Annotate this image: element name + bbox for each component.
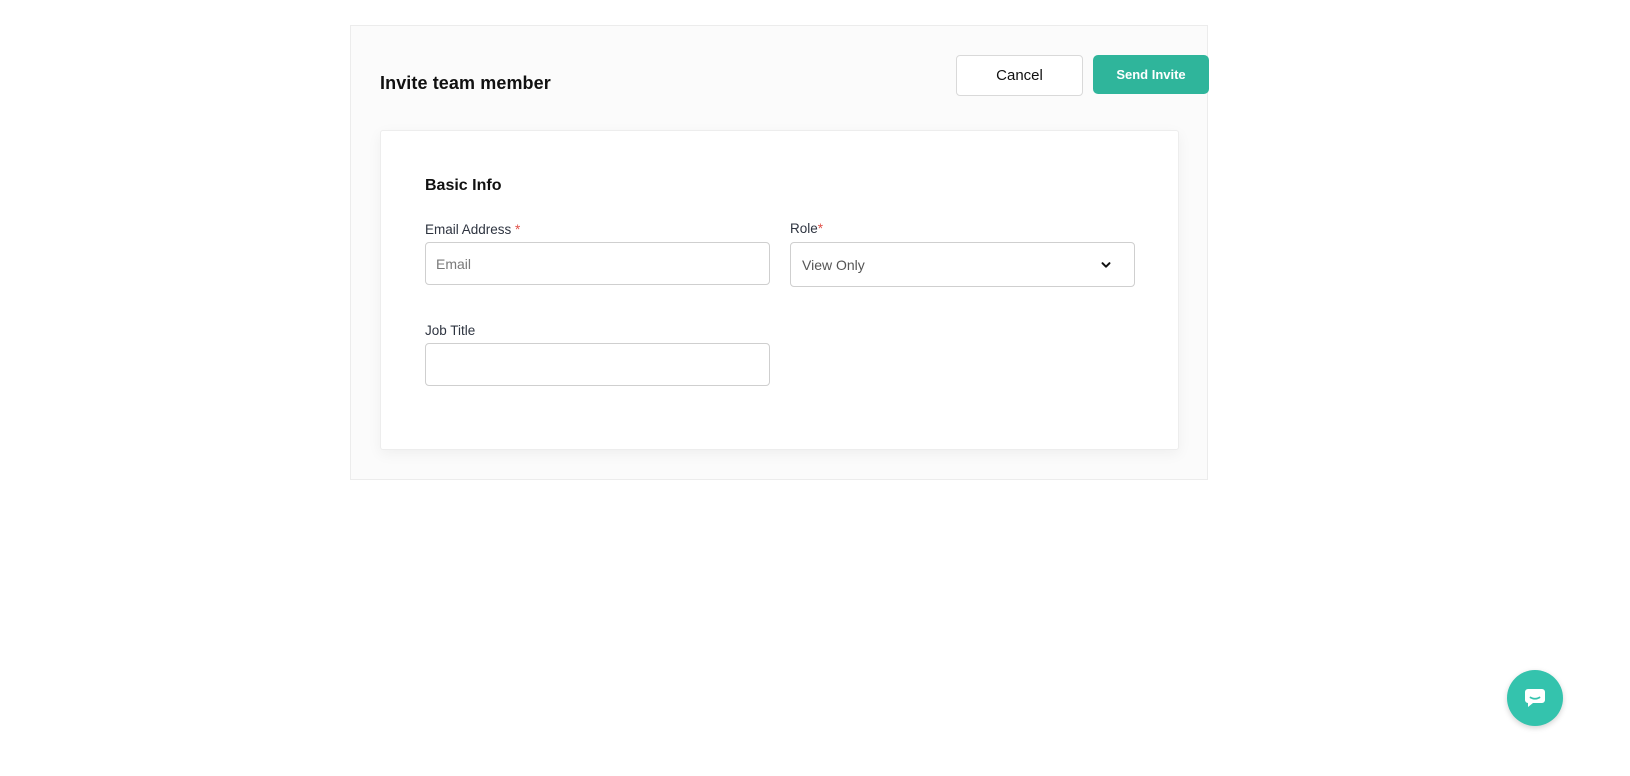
- email-required-mark: *: [515, 222, 521, 237]
- role-label: Role*: [790, 221, 823, 236]
- email-input[interactable]: [425, 242, 770, 285]
- page: Invite team member Cancel Send Invite Ba…: [0, 0, 1630, 776]
- email-label: Email Address *: [425, 222, 520, 237]
- page-title: Invite team member: [380, 73, 551, 93]
- invite-panel: Invite team member Cancel Send Invite Ba…: [350, 25, 1209, 480]
- chat-bubble-icon: [1525, 689, 1545, 707]
- role-selected-value: View Only: [802, 257, 865, 273]
- job-title-label: Job Title: [425, 323, 476, 338]
- job-title-input[interactable]: [425, 343, 770, 386]
- chevron-down-icon: [1101, 262, 1111, 268]
- section-title: Basic Info: [425, 177, 502, 194]
- role-required-mark: *: [817, 221, 824, 236]
- cancel-button[interactable]: Cancel: [956, 55, 1083, 96]
- panel-header: Invite team member Cancel Send Invite: [380, 26, 1209, 130]
- role-label-text: Role: [790, 221, 818, 236]
- email-label-text: Email Address: [425, 222, 516, 237]
- role-select[interactable]: View Only: [790, 242, 1135, 287]
- basic-info-card: Basic Info Email Address * Role* View On…: [380, 130, 1179, 450]
- send-invite-button[interactable]: Send Invite: [1093, 55, 1209, 94]
- chat-button[interactable]: [1507, 670, 1563, 726]
